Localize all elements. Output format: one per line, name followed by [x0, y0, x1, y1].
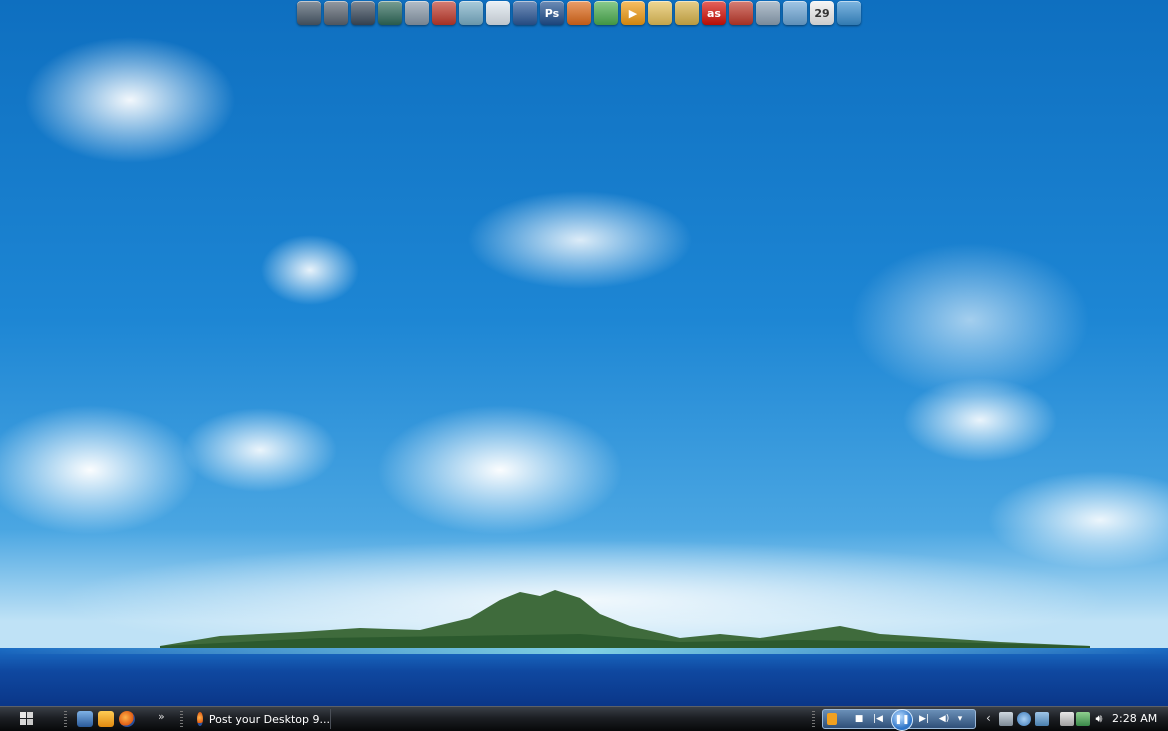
- sea: [0, 648, 1168, 706]
- stop-button[interactable]: ■: [853, 713, 865, 725]
- users-icon[interactable]: [1035, 712, 1049, 726]
- network-icon[interactable]: [459, 1, 483, 25]
- media-player-icon[interactable]: [98, 711, 114, 727]
- settings-icon[interactable]: [837, 1, 861, 25]
- firefox-icon[interactable]: [119, 711, 135, 727]
- media-menu-dropdown[interactable]: ▾: [955, 713, 965, 725]
- lastfm-icon[interactable]: as: [702, 1, 726, 25]
- network-connection-icon[interactable]: [1076, 712, 1090, 726]
- documents-icon[interactable]: [405, 1, 429, 25]
- folder-icon[interactable]: [648, 1, 672, 25]
- firefox-icon[interactable]: [567, 1, 591, 25]
- user-icon[interactable]: [351, 1, 375, 25]
- taskbar-grip[interactable]: [180, 711, 183, 727]
- photoshop-icon[interactable]: Ps: [540, 1, 564, 25]
- island-silhouette: [160, 590, 1090, 650]
- windows-logo-icon: [20, 712, 33, 725]
- calendar-icon[interactable]: 29: [810, 1, 834, 25]
- phone-icon[interactable]: [378, 1, 402, 25]
- quick-launch-more-button[interactable]: »: [158, 710, 165, 723]
- word-icon[interactable]: [513, 1, 537, 25]
- media-player-toolbar: ■ |◀ ❚❚ ▶| ◀) ▾: [822, 709, 976, 731]
- volume-button[interactable]: ◀): [935, 713, 953, 725]
- show-desktop-icon[interactable]: [77, 711, 93, 727]
- start-button[interactable]: [16, 710, 38, 728]
- task-button-firefox[interactable]: Post your Desktop 9...: [193, 709, 331, 729]
- previous-button[interactable]: |◀: [869, 713, 887, 725]
- folder-icon[interactable]: [675, 1, 699, 25]
- taskbar-grip[interactable]: [64, 711, 67, 727]
- desktop-wallpaper: Ps ▶ as 29: [0, 0, 1168, 706]
- clock[interactable]: 2:28 AM: [1112, 712, 1157, 725]
- media-library-icon[interactable]: [324, 1, 348, 25]
- next-button[interactable]: ▶|: [915, 713, 933, 725]
- search-icon[interactable]: [756, 1, 780, 25]
- media-player-icon[interactable]: ▶: [621, 1, 645, 25]
- device-icon[interactable]: [999, 712, 1013, 726]
- messenger-icon[interactable]: [594, 1, 618, 25]
- volume-icon[interactable]: 🔊︎: [1092, 712, 1106, 726]
- tray-expand-button[interactable]: ‹: [986, 711, 991, 725]
- computer-icon[interactable]: [783, 1, 807, 25]
- network-globe-icon[interactable]: [1017, 712, 1031, 726]
- media-player-icon[interactable]: [827, 713, 837, 725]
- safely-remove-icon[interactable]: [1060, 712, 1074, 726]
- book-icon[interactable]: [432, 1, 456, 25]
- taskbar-grip[interactable]: [812, 711, 815, 727]
- monitor-icon[interactable]: [297, 1, 321, 25]
- block-icon[interactable]: [729, 1, 753, 25]
- pause-button[interactable]: ❚❚: [891, 709, 913, 731]
- icon-dock: Ps ▶ as 29: [297, 1, 861, 29]
- task-label: Post your Desktop 9...: [208, 712, 330, 726]
- taskbar: » Post your Desktop 9... ■ |◀ ❚❚ ▶| ◀) ▾…: [0, 706, 1168, 731]
- notepad-icon[interactable]: [486, 1, 510, 25]
- firefox-icon: [197, 712, 203, 726]
